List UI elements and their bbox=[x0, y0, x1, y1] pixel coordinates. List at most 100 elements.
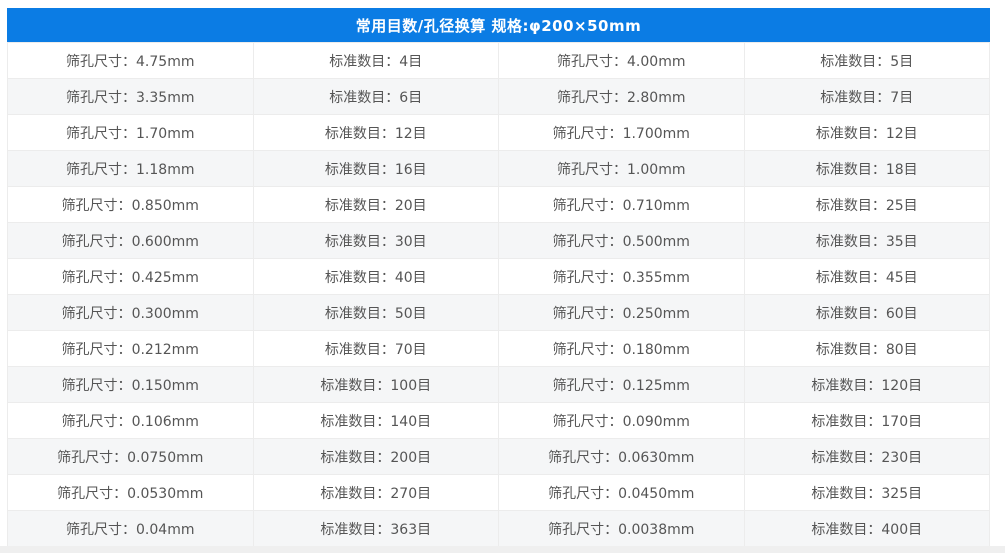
sieve-size-cell: 筛孔尺寸：0.300mm bbox=[7, 294, 254, 331]
sieve-size-cell: 筛孔尺寸：0.150mm bbox=[7, 366, 254, 403]
cell-label: 筛孔尺寸： bbox=[61, 305, 132, 322]
cell-label: 筛孔尺寸： bbox=[552, 233, 623, 250]
cell-label: 标准数目： bbox=[811, 377, 882, 394]
cell-value: 0.425mm bbox=[131, 269, 199, 286]
cell-value: 6目 bbox=[399, 89, 423, 106]
cell-value: 0.300mm bbox=[131, 305, 199, 322]
table-row: 筛孔尺寸：0.106mm 标准数目：140目 筛孔尺寸：0.090mm 标准数目：17… bbox=[7, 402, 990, 439]
cell-label: 筛孔尺寸： bbox=[66, 125, 137, 142]
sieve-size-cell: 筛孔尺寸：0.500mm bbox=[498, 222, 745, 259]
table-row: 筛孔尺寸：0.150mm 标准数目：100目 筛孔尺寸：0.125mm 标准数目：12… bbox=[7, 366, 990, 403]
cell-label: 标准数目： bbox=[820, 89, 891, 106]
table-row: 筛孔尺寸：0.425mm 标准数目：40目 筛孔尺寸：0.355mm 标准数目：45目 bbox=[7, 258, 990, 295]
cell-label: 筛孔尺寸： bbox=[57, 485, 128, 502]
sieve-size-cell: 筛孔尺寸：4.00mm bbox=[498, 42, 745, 79]
mesh-count-cell: 标准数目：16目 bbox=[252, 150, 499, 187]
cell-value: 140目 bbox=[390, 413, 432, 430]
sieve-size-cell: 筛孔尺寸：0.106mm bbox=[7, 402, 254, 439]
cell-value: 270目 bbox=[390, 485, 432, 502]
mesh-count-cell: 标准数目：4目 bbox=[252, 42, 499, 79]
table-row: 筛孔尺寸：4.75mm 标准数目：4目 筛孔尺寸：4.00mm 标准数目：5目 bbox=[7, 42, 990, 79]
table-row: 筛孔尺寸：1.70mm 标准数目：12目 筛孔尺寸：1.700mm 标准数目：12目 bbox=[7, 114, 990, 151]
cell-label: 标准数目： bbox=[320, 413, 391, 430]
sieve-size-cell: 筛孔尺寸：2.80mm bbox=[498, 78, 745, 115]
cell-label: 筛孔尺寸： bbox=[552, 125, 623, 142]
cell-label: 标准数目： bbox=[815, 269, 886, 286]
sieve-size-cell: 筛孔尺寸：0.212mm bbox=[7, 330, 254, 367]
table-title-bar: 常用目数/孔径换算 规格:φ200×50mm bbox=[7, 8, 990, 42]
cell-label: 标准数目： bbox=[811, 485, 882, 502]
cell-label: 标准数目： bbox=[324, 341, 395, 358]
sieve-size-cell: 筛孔尺寸：0.600mm bbox=[7, 222, 254, 259]
cell-label: 筛孔尺寸： bbox=[557, 89, 628, 106]
table-row: 筛孔尺寸：0.04mm 标准数目：363目 筛孔尺寸：0.0038mm 标准数目：40… bbox=[7, 510, 990, 547]
mesh-count-cell: 标准数目：140目 bbox=[252, 402, 499, 439]
table-row: 筛孔尺寸：0.300mm 标准数目：50目 筛孔尺寸：0.250mm 标准数目：60目 bbox=[7, 294, 990, 331]
cell-label: 筛孔尺寸： bbox=[548, 521, 619, 538]
table-row: 筛孔尺寸：3.35mm 标准数目：6目 筛孔尺寸：2.80mm 标准数目：7目 bbox=[7, 78, 990, 115]
cell-value: 12目 bbox=[394, 125, 427, 142]
cell-value: 12目 bbox=[885, 125, 918, 142]
cell-value: 100目 bbox=[390, 377, 432, 394]
sieve-size-cell: 筛孔尺寸：0.04mm bbox=[7, 510, 254, 547]
cell-value: 0.0450mm bbox=[618, 485, 695, 502]
table-row: 筛孔尺寸：0.0530mm 标准数目：270目 筛孔尺寸：0.0450mm 标准数目：… bbox=[7, 474, 990, 511]
cell-value: 200目 bbox=[390, 449, 432, 466]
cell-value: 230目 bbox=[881, 449, 923, 466]
cell-label: 标准数目： bbox=[320, 521, 391, 538]
cell-label: 标准数目： bbox=[324, 305, 395, 322]
cell-value: 50目 bbox=[394, 305, 427, 322]
table-row: 筛孔尺寸：0.212mm 标准数目：70目 筛孔尺寸：0.180mm 标准数目：80目 bbox=[7, 330, 990, 367]
table-row: 筛孔尺寸：1.18mm 标准数目：16目 筛孔尺寸：1.00mm 标准数目：18目 bbox=[7, 150, 990, 187]
cell-value: 18目 bbox=[885, 161, 918, 178]
cell-label: 标准数目： bbox=[320, 377, 391, 394]
cell-value: 80目 bbox=[885, 341, 918, 358]
cell-value: 0.0630mm bbox=[618, 449, 695, 466]
cell-label: 标准数目： bbox=[811, 521, 882, 538]
cell-label: 筛孔尺寸： bbox=[61, 413, 132, 430]
conversion-table-grid: 筛孔尺寸：4.75mm 标准数目：4目 筛孔尺寸：4.00mm 标准数目：5目 筛孔尺寸… bbox=[7, 42, 990, 553]
sieve-size-cell: 筛孔尺寸：0.425mm bbox=[7, 258, 254, 295]
cell-value: 4目 bbox=[399, 53, 423, 70]
cell-label: 标准数目： bbox=[320, 449, 391, 466]
sieve-size-cell: 筛孔尺寸：0.180mm bbox=[498, 330, 745, 367]
cell-label: 筛孔尺寸： bbox=[61, 269, 132, 286]
mesh-count-cell: 标准数目：6目 bbox=[252, 78, 499, 115]
cell-value: 40目 bbox=[394, 269, 427, 286]
sieve-size-cell: 筛孔尺寸：0.710mm bbox=[498, 186, 745, 223]
cell-value: 5目 bbox=[890, 53, 914, 70]
mesh-count-cell: 标准数目：60目 bbox=[743, 294, 990, 331]
cell-value: 60目 bbox=[885, 305, 918, 322]
cell-label: 标准数目： bbox=[815, 125, 886, 142]
sieve-size-cell: 筛孔尺寸：1.18mm bbox=[7, 150, 254, 187]
mesh-count-cell: 标准数目：40目 bbox=[252, 258, 499, 295]
sieve-size-cell: 筛孔尺寸：4.75mm bbox=[7, 42, 254, 79]
cell-label: 标准数目： bbox=[811, 413, 882, 430]
table-title: 常用目数/孔径换算 规格:φ200×50mm bbox=[355, 16, 642, 35]
mesh-count-cell: 标准数目：200目 bbox=[252, 438, 499, 475]
cell-value: 0.125mm bbox=[622, 377, 690, 394]
table-row: 筛孔尺寸：0.850mm 标准数目：20目 筛孔尺寸：0.710mm 标准数目：25目 bbox=[7, 186, 990, 223]
cell-value: 35目 bbox=[885, 233, 918, 250]
cell-value: 0.850mm bbox=[131, 197, 199, 214]
cell-value: 4.00mm bbox=[627, 53, 686, 70]
mesh-count-cell: 标准数目：270目 bbox=[252, 474, 499, 511]
sieve-size-cell: 筛孔尺寸：0.355mm bbox=[498, 258, 745, 295]
cell-label: 筛孔尺寸： bbox=[557, 161, 628, 178]
cell-value: 20目 bbox=[394, 197, 427, 214]
cell-value: 170目 bbox=[881, 413, 923, 430]
cell-label: 标准数目： bbox=[815, 197, 886, 214]
cell-label: 筛孔尺寸： bbox=[552, 305, 623, 322]
cell-label: 筛孔尺寸： bbox=[61, 377, 132, 394]
cell-label: 标准数目： bbox=[329, 89, 400, 106]
cell-label: 标准数目： bbox=[324, 125, 395, 142]
cell-label: 标准数目： bbox=[815, 305, 886, 322]
page-bottom-strip bbox=[0, 546, 1005, 553]
mesh-count-cell: 标准数目：7目 bbox=[743, 78, 990, 115]
table-row: 筛孔尺寸：0.0750mm 标准数目：200目 筛孔尺寸：0.0630mm 标准数目：… bbox=[7, 438, 990, 475]
conversion-table-body: 筛孔尺寸：4.75mm 标准数目：4目 筛孔尺寸：4.00mm 标准数目：5目 筛孔尺寸… bbox=[7, 42, 990, 553]
mesh-conversion-page: 常用目数/孔径换算 规格:φ200×50mm 筛孔尺寸：4.75mm 标准数目：4… bbox=[0, 0, 1005, 553]
sieve-size-cell: 筛孔尺寸：0.0038mm bbox=[498, 510, 745, 547]
cell-label: 筛孔尺寸： bbox=[557, 53, 628, 70]
cell-label: 标准数目： bbox=[820, 53, 891, 70]
